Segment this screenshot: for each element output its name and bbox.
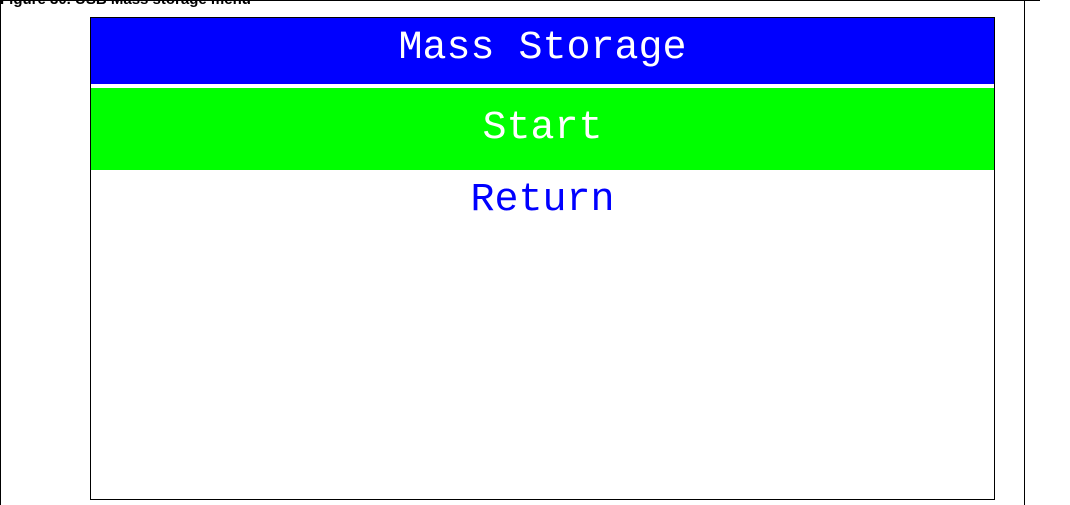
menu-item-return[interactable]: Return bbox=[91, 170, 994, 236]
document-frame-right bbox=[1024, 0, 1025, 505]
screen-title: Mass Storage bbox=[91, 18, 994, 86]
lcd-screen: Mass Storage Start Return bbox=[90, 17, 995, 500]
figure-caption: Figure 30. USB Mass storage menu bbox=[0, 0, 251, 9]
document-frame-top bbox=[0, 0, 1040, 1]
menu-item-start[interactable]: Start bbox=[91, 88, 994, 170]
document-frame-left bbox=[0, 0, 1, 505]
